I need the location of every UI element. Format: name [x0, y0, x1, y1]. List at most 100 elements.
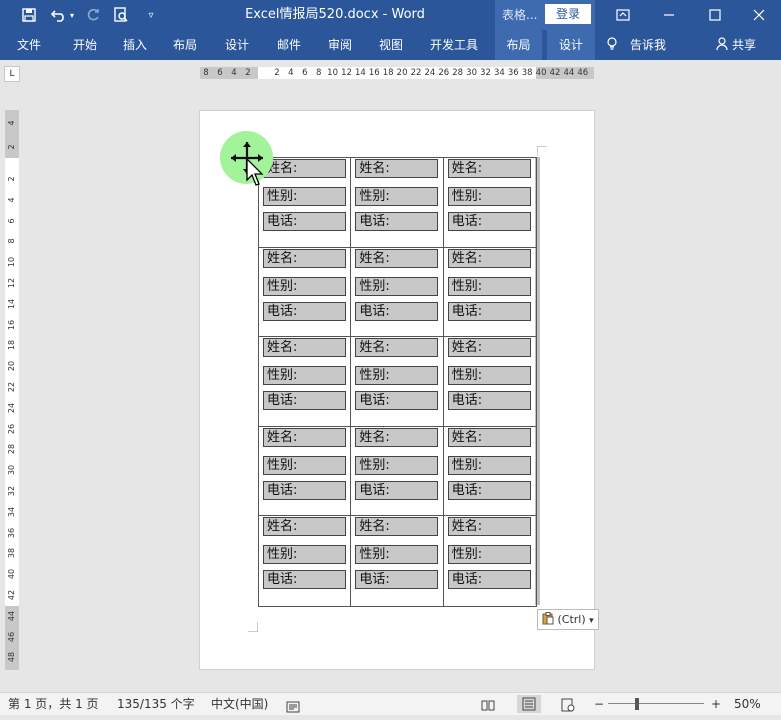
tab-table-layout[interactable]: 布局 — [495, 30, 542, 60]
tab-view[interactable]: 视图 — [368, 30, 414, 60]
undo-dropdown-icon[interactable]: ▾ — [66, 0, 78, 30]
phone-label-field[interactable]: 电话: — [263, 301, 346, 321]
name-label-field[interactable]: 姓名: — [447, 517, 531, 537]
zoom-out-button[interactable]: − — [594, 693, 604, 715]
minimize-icon[interactable] — [646, 0, 692, 30]
gender-label-field[interactable]: 性别: — [355, 366, 439, 386]
customize-qat-icon[interactable]: ▿ — [138, 0, 164, 30]
ribbon-display-icon[interactable] — [600, 0, 646, 30]
print-preview-icon[interactable] — [108, 0, 134, 30]
gender-label-field[interactable]: 性别: — [355, 545, 439, 565]
tab-table-design[interactable]: 设计 — [547, 30, 595, 60]
label-card[interactable]: 姓名: 性别: 电话: — [444, 516, 536, 606]
save-icon[interactable] — [16, 0, 42, 30]
macro-record-icon[interactable] — [286, 698, 300, 713]
print-layout-icon[interactable] — [517, 695, 541, 713]
label-card[interactable]: 姓名: 性别: 电话: — [443, 158, 537, 248]
label-card[interactable]: 姓名: 性别: 电话: — [259, 247, 352, 338]
name-label-field[interactable]: 姓名: — [263, 338, 346, 358]
label-card[interactable]: 姓名: 性别: 电话: — [443, 248, 537, 338]
zoom-slider-thumb[interactable] — [634, 698, 639, 710]
gender-label-field[interactable]: 性别: — [355, 455, 439, 475]
gender-label-field[interactable]: 性别: — [263, 366, 346, 386]
label-card[interactable]: 姓名: 性别: 电话: — [259, 516, 352, 606]
name-label-field[interactable]: 姓名: — [263, 517, 346, 537]
language-indicator[interactable]: 中文(中国) — [211, 693, 268, 715]
tab-insert[interactable]: 插入 — [112, 30, 158, 60]
phone-label-field[interactable]: 电话: — [355, 480, 439, 500]
tell-me-search[interactable]: 告诉我 — [606, 30, 666, 60]
zoom-in-button[interactable]: + — [710, 693, 722, 715]
phone-label-field[interactable]: 电话: — [355, 212, 439, 231]
name-label-field[interactable]: 姓名: — [355, 338, 439, 358]
name-label-field[interactable]: 姓名: — [263, 159, 346, 178]
name-label-field[interactable]: 姓名: — [447, 427, 531, 447]
login-button[interactable]: 登录 — [545, 4, 591, 24]
tab-selector-button[interactable]: L — [4, 66, 20, 82]
ruler-number: 36 — [507, 68, 519, 78]
gender-label-field[interactable]: 性别: — [447, 276, 531, 296]
phone-label-field[interactable]: 电话: — [447, 301, 531, 321]
label-card[interactable]: 姓名: 性别: 电话: — [259, 337, 352, 427]
label-card[interactable]: 姓名: 性别: 电话: — [443, 427, 537, 517]
phone-label-field[interactable]: 电话: — [447, 480, 531, 500]
name-label-field[interactable]: 姓名: — [447, 338, 531, 358]
gender-label-field[interactable]: 性别: — [263, 545, 346, 565]
phone-label-field[interactable]: 电话: — [447, 212, 531, 231]
redo-icon[interactable] — [80, 0, 106, 30]
gender-label-field[interactable]: 性别: — [447, 455, 531, 475]
gender-label-field[interactable]: 性别: — [263, 276, 346, 296]
name-label-field[interactable]: 姓名: — [355, 248, 439, 268]
phone-label-field[interactable]: 电话: — [447, 570, 531, 590]
paste-options-button[interactable]: (Ctrl) ▾ — [537, 609, 599, 630]
read-mode-icon[interactable] — [481, 697, 495, 711]
phone-label-field[interactable]: 电话: — [263, 570, 346, 590]
gender-label-field[interactable]: 性别: — [355, 187, 439, 206]
name-label-field[interactable]: 姓名: — [447, 248, 531, 268]
gender-label-field[interactable]: 性别: — [447, 366, 531, 386]
tab-developer[interactable]: 开发工具 — [422, 30, 486, 60]
tab-file[interactable]: 文件 — [6, 30, 52, 60]
tab-design[interactable]: 设计 — [214, 30, 260, 60]
tab-layout[interactable]: 布局 — [162, 30, 208, 60]
word-count[interactable]: 135/135 个字 — [117, 693, 195, 715]
name-label-field[interactable]: 姓名: — [447, 159, 531, 178]
zoom-level[interactable]: 50% — [734, 693, 761, 715]
name-label-field[interactable]: 姓名: — [355, 517, 439, 537]
label-card[interactable]: 姓名: 性别: 电话: — [351, 426, 444, 517]
tab-review[interactable]: 审阅 — [317, 30, 363, 60]
label-card[interactable]: 姓名: 性别: 电话: — [351, 337, 444, 427]
maximize-icon[interactable] — [692, 0, 738, 30]
web-layout-icon[interactable] — [561, 697, 575, 712]
label-card[interactable]: 姓名: 性别: 电话: — [259, 426, 352, 517]
name-label-field[interactable]: 姓名: — [263, 427, 346, 447]
label-card[interactable]: 姓名: 性别: 电话: — [443, 337, 537, 427]
phone-label-field[interactable]: 电话: — [355, 301, 439, 321]
gender-label-field[interactable]: 性别: — [447, 545, 531, 565]
close-icon[interactable] — [736, 0, 781, 30]
label-table[interactable]: 姓名: 性别: 电话: 姓名: 性别: 电话: 姓名: 性别: 电话: 姓名: 性别: 电话: 姓名: 性… — [258, 157, 537, 607]
gender-label-field[interactable]: 性别: — [355, 276, 439, 296]
ruler-number: 22 — [410, 68, 422, 78]
phone-label-field[interactable]: 电话: — [263, 391, 346, 411]
gender-label-field[interactable]: 性别: — [447, 187, 531, 206]
label-card[interactable]: 姓名: 性别: 电话: — [259, 158, 352, 248]
share-button[interactable]: 共享 — [716, 30, 756, 60]
name-label-field[interactable]: 姓名: — [263, 248, 346, 268]
gender-label-field[interactable]: 性别: — [263, 455, 346, 475]
phone-label-field[interactable]: 电话: — [447, 391, 531, 411]
phone-label-field[interactable]: 电话: — [263, 480, 346, 500]
name-label-field[interactable]: 姓名: — [355, 159, 439, 178]
label-card[interactable]: 姓名: 性别: 电话: — [351, 247, 444, 338]
tab-home[interactable]: 开始 — [62, 30, 108, 60]
phone-label-field[interactable]: 电话: — [355, 570, 439, 590]
tab-mailings[interactable]: 邮件 — [266, 30, 312, 60]
phone-label-field[interactable]: 电话: — [263, 212, 346, 231]
zoom-slider-track[interactable] — [608, 703, 704, 704]
page-info[interactable]: 第 1 页，共 1 页 — [8, 693, 99, 715]
phone-label-field[interactable]: 电话: — [355, 391, 439, 411]
label-card[interactable]: 姓名: 性别: 电话: — [351, 516, 444, 606]
gender-label-field[interactable]: 性别: — [263, 187, 346, 206]
label-card[interactable]: 姓名: 性别: 电话: — [351, 158, 444, 248]
name-label-field[interactable]: 姓名: — [355, 427, 439, 447]
